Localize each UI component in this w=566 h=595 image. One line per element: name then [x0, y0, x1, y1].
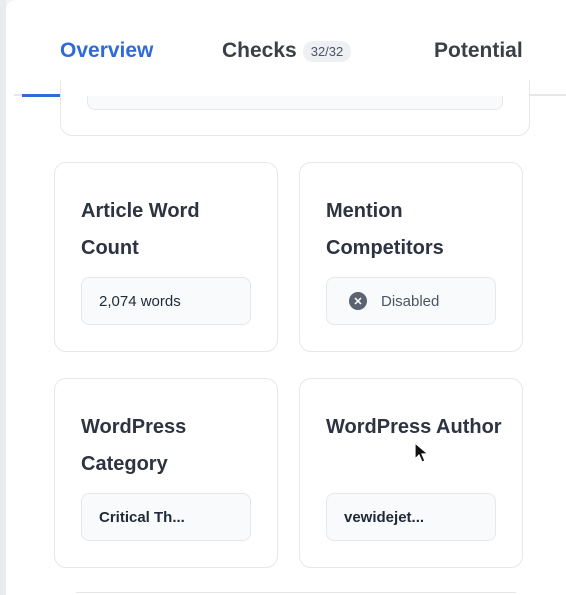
- tab-potential-label: Potential: [434, 39, 523, 62]
- competitors-status[interactable]: ✕ Disabled: [326, 277, 496, 325]
- card-title: WordPress Author: [326, 416, 502, 438]
- card-article-word-count: Article Word Count 2,074 words: [54, 162, 278, 352]
- author-value[interactable]: vewidejet...: [326, 493, 496, 541]
- card-title: WordPress Category: [81, 416, 187, 475]
- card-wordpress-author: WordPress Author vewidejet...: [299, 378, 523, 568]
- previous-card-value: [87, 96, 503, 110]
- tab-overview-label: Overview: [60, 39, 154, 62]
- tab-checks[interactable]: Checks 32/32: [222, 36, 352, 66]
- tab-overview[interactable]: Overview: [60, 36, 153, 66]
- previous-card: [60, 80, 530, 136]
- checks-count-badge: 32/32: [302, 40, 352, 62]
- card-title: Article Word Count: [81, 200, 200, 259]
- tab-checks-label: Checks: [222, 39, 297, 62]
- card-title: Mention Competitors: [326, 200, 444, 259]
- competitors-status-label: Disabled: [381, 292, 440, 310]
- seo-panel: Overview Checks 32/32 Potential Article …: [6, 0, 566, 595]
- mouse-cursor-icon: [414, 442, 430, 463]
- app-frame: Overview Checks 32/32 Potential Article …: [0, 0, 566, 595]
- x-circle-icon: ✕: [349, 292, 367, 310]
- card-wordpress-category: WordPress Category Critical Th...: [54, 378, 278, 568]
- word-count-value: 2,074 words: [81, 277, 251, 325]
- card-mention-competitors: Mention Competitors ✕ Disabled: [299, 162, 523, 352]
- tab-potential[interactable]: Potential: [434, 36, 523, 66]
- category-value[interactable]: Critical Th...: [81, 493, 251, 541]
